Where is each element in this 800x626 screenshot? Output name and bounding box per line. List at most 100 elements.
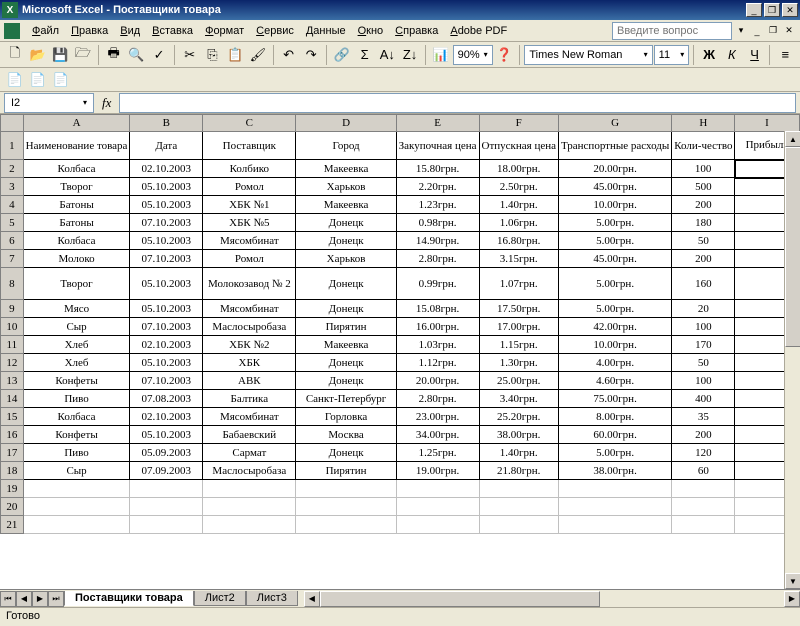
cell[interactable] <box>396 516 479 534</box>
cell[interactable] <box>130 498 203 516</box>
col-header-I[interactable]: I <box>735 115 799 132</box>
scroll-thumb[interactable] <box>785 147 800 347</box>
cell[interactable]: Харьков <box>296 178 396 196</box>
row-header-17[interactable]: 17 <box>1 444 24 462</box>
cell[interactable]: Донецк <box>296 354 396 372</box>
header-cell[interactable]: Закупочная цена <box>396 132 479 160</box>
cell[interactable] <box>203 480 296 498</box>
close-button[interactable]: ✕ <box>782 3 798 17</box>
cell[interactable]: 19.00грн. <box>396 462 479 480</box>
menu-правка[interactable]: Правка <box>65 23 114 39</box>
scroll-down-icon[interactable]: ▼ <box>785 573 800 589</box>
row-header-19[interactable]: 19 <box>1 480 24 498</box>
cell[interactable]: 1.23грн. <box>396 196 479 214</box>
undo-icon[interactable]: ↶ <box>278 44 300 66</box>
cell[interactable]: 1.03грн. <box>396 336 479 354</box>
cell[interactable]: 2.80грн. <box>396 390 479 408</box>
cell[interactable]: 4.60грн. <box>558 372 671 390</box>
cell[interactable]: Мясо <box>23 300 130 318</box>
cell[interactable]: 05.10.2003 <box>130 354 203 372</box>
menu-окно[interactable]: Окно <box>352 23 390 39</box>
vertical-scrollbar[interactable]: ▲ ▼ <box>784 131 800 589</box>
col-header-G[interactable]: G <box>558 115 671 132</box>
cell[interactable] <box>130 516 203 534</box>
row-header-14[interactable]: 14 <box>1 390 24 408</box>
font-size-combo[interactable]: 11▾ <box>654 45 690 65</box>
cell[interactable]: 160 <box>672 268 735 300</box>
cell[interactable]: 200 <box>672 196 735 214</box>
cell[interactable]: 16.00грн. <box>396 318 479 336</box>
pdf-review-icon[interactable]: 📄 <box>50 69 72 91</box>
cell[interactable] <box>130 480 203 498</box>
cell[interactable]: 07.10.2003 <box>130 318 203 336</box>
cell[interactable]: Пирятин <box>296 462 396 480</box>
cell[interactable] <box>479 516 558 534</box>
cell[interactable]: ХБК №5 <box>203 214 296 232</box>
cell[interactable] <box>558 516 671 534</box>
row-header-13[interactable]: 13 <box>1 372 24 390</box>
hscroll-left-icon[interactable]: ◀ <box>304 591 320 607</box>
cell[interactable]: 05.10.2003 <box>130 268 203 300</box>
cell[interactable]: 50 <box>672 354 735 372</box>
cell[interactable]: 5.00грн. <box>558 214 671 232</box>
underline-button[interactable]: Ч <box>744 44 766 66</box>
font-name-combo[interactable]: Times New Roman▾ <box>524 45 652 65</box>
cell[interactable]: 20.00грн. <box>396 372 479 390</box>
row-header-2[interactable]: 2 <box>1 160 24 178</box>
col-header-E[interactable]: E <box>396 115 479 132</box>
sort-desc-icon[interactable]: Z↓ <box>399 44 421 66</box>
cell[interactable]: Молоко <box>23 250 130 268</box>
cell[interactable] <box>23 516 130 534</box>
cell[interactable]: Колбаса <box>23 408 130 426</box>
col-header-B[interactable]: B <box>130 115 203 132</box>
cell[interactable]: Сыр <box>23 462 130 480</box>
cell[interactable] <box>296 516 396 534</box>
cell[interactable]: Горловка <box>296 408 396 426</box>
header-cell[interactable]: Город <box>296 132 396 160</box>
cell[interactable]: 38.00грн. <box>479 426 558 444</box>
row-header-12[interactable]: 12 <box>1 354 24 372</box>
row-header-11[interactable]: 11 <box>1 336 24 354</box>
cell[interactable]: 15.80грн. <box>396 160 479 178</box>
cell[interactable] <box>672 498 735 516</box>
cell[interactable]: Хлеб <box>23 336 130 354</box>
cell[interactable]: Ромол <box>203 250 296 268</box>
cell[interactable]: 50 <box>672 232 735 250</box>
cell[interactable]: Макеевка <box>296 196 396 214</box>
print-icon[interactable]: 🖶 <box>103 44 125 66</box>
menu-файл[interactable]: Файл <box>26 23 65 39</box>
cell[interactable]: 05.10.2003 <box>130 426 203 444</box>
cell[interactable]: 05.10.2003 <box>130 196 203 214</box>
cell[interactable]: Донецк <box>296 268 396 300</box>
cell[interactable]: Творог <box>23 268 130 300</box>
cell[interactable]: 60 <box>672 462 735 480</box>
sheet-tab-2[interactable]: Лист3 <box>246 591 298 606</box>
cell[interactable]: 1.25грн. <box>396 444 479 462</box>
cell[interactable]: 3.15грн. <box>479 250 558 268</box>
pdf-convert-icon[interactable]: 📄 <box>4 69 26 91</box>
new-icon[interactable]: 🗋 <box>4 44 26 66</box>
autosum-icon[interactable]: Σ <box>354 44 376 66</box>
format-painter-icon[interactable]: 🖌 <box>247 44 269 66</box>
cell[interactable]: Творог <box>23 178 130 196</box>
cell[interactable]: 34.00грн. <box>396 426 479 444</box>
cell[interactable]: 1.15грн. <box>479 336 558 354</box>
doc-close-button[interactable]: ✕ <box>782 24 796 38</box>
menu-вставка[interactable]: Вставка <box>146 23 199 39</box>
cell[interactable]: Батоны <box>23 214 130 232</box>
header-cell[interactable]: Коли-чество <box>672 132 735 160</box>
cell[interactable]: 25.20грн. <box>479 408 558 426</box>
minimize-button[interactable]: _ <box>746 3 762 17</box>
col-header-D[interactable]: D <box>296 115 396 132</box>
cell[interactable]: Бабаевский <box>203 426 296 444</box>
sheet-tab-1[interactable]: Лист2 <box>194 591 246 606</box>
cell[interactable]: 10.00грн. <box>558 196 671 214</box>
cell[interactable]: 170 <box>672 336 735 354</box>
zoom-combo[interactable]: 90%▾ <box>453 45 493 65</box>
cell[interactable]: 100 <box>672 160 735 178</box>
cell[interactable]: 17.50грн. <box>479 300 558 318</box>
cell[interactable]: Санкт-Петербург <box>296 390 396 408</box>
cell[interactable]: 35 <box>672 408 735 426</box>
cell[interactable] <box>23 480 130 498</box>
cell[interactable]: 18.00грн. <box>479 160 558 178</box>
